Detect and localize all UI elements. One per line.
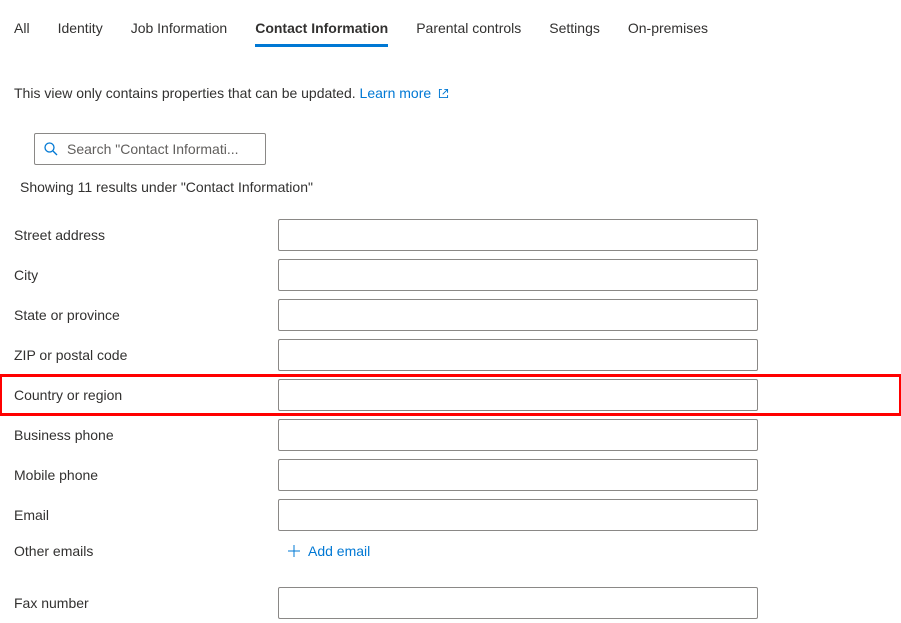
field-city: City bbox=[0, 255, 901, 295]
field-mobile-phone: Mobile phone bbox=[0, 455, 901, 495]
tab-contact-information[interactable]: Contact Information bbox=[255, 20, 388, 46]
label-other-emails: Other emails bbox=[14, 543, 278, 559]
search-icon bbox=[43, 141, 59, 157]
learn-more-link[interactable]: Learn more bbox=[360, 85, 450, 101]
tab-parental-controls[interactable]: Parental controls bbox=[416, 20, 521, 46]
tab-job-information[interactable]: Job Information bbox=[131, 20, 228, 46]
input-business-phone[interactable] bbox=[278, 419, 758, 451]
input-country-or-region[interactable] bbox=[278, 379, 758, 411]
plus-icon bbox=[286, 543, 302, 559]
label-country-or-region: Country or region bbox=[14, 387, 278, 403]
input-zip-or-postal-code[interactable] bbox=[278, 339, 758, 371]
input-state-or-province[interactable] bbox=[278, 299, 758, 331]
label-fax-number: Fax number bbox=[14, 595, 278, 611]
field-street-address: Street address bbox=[0, 215, 901, 255]
info-text-content: This view only contains properties that … bbox=[14, 85, 356, 101]
label-city: City bbox=[14, 267, 278, 283]
label-email: Email bbox=[14, 507, 278, 523]
learn-more-label: Learn more bbox=[360, 85, 432, 101]
search-input[interactable] bbox=[67, 141, 257, 157]
label-state-or-province: State or province bbox=[14, 307, 278, 323]
label-business-phone: Business phone bbox=[14, 427, 278, 443]
field-fax-number: Fax number bbox=[0, 583, 901, 623]
field-email: Email bbox=[0, 495, 901, 535]
form-rows: Street address City State or province ZI… bbox=[0, 215, 901, 623]
field-country-or-region: Country or region bbox=[0, 375, 901, 415]
tab-all[interactable]: All bbox=[14, 20, 30, 46]
label-street-address: Street address bbox=[14, 227, 278, 243]
tab-on-premises[interactable]: On-premises bbox=[628, 20, 708, 46]
field-other-emails: Other emails Add email bbox=[0, 535, 901, 583]
info-text: This view only contains properties that … bbox=[0, 47, 901, 101]
results-text: Showing 11 results under "Contact Inform… bbox=[0, 165, 901, 195]
add-email-button[interactable]: Add email bbox=[286, 543, 370, 559]
field-zip-or-postal-code: ZIP or postal code bbox=[0, 335, 901, 375]
tabs-bar: All Identity Job Information Contact Inf… bbox=[0, 0, 901, 47]
label-zip-or-postal-code: ZIP or postal code bbox=[14, 347, 278, 363]
input-email[interactable] bbox=[278, 499, 758, 531]
label-mobile-phone: Mobile phone bbox=[14, 467, 278, 483]
external-link-icon bbox=[437, 87, 450, 100]
search-box[interactable] bbox=[34, 133, 266, 165]
input-street-address[interactable] bbox=[278, 219, 758, 251]
field-state-or-province: State or province bbox=[0, 295, 901, 335]
add-email-label: Add email bbox=[308, 543, 370, 559]
tab-identity[interactable]: Identity bbox=[58, 20, 103, 46]
tab-settings[interactable]: Settings bbox=[549, 20, 600, 46]
input-fax-number[interactable] bbox=[278, 587, 758, 619]
input-mobile-phone[interactable] bbox=[278, 459, 758, 491]
input-city[interactable] bbox=[278, 259, 758, 291]
field-business-phone: Business phone bbox=[0, 415, 901, 455]
